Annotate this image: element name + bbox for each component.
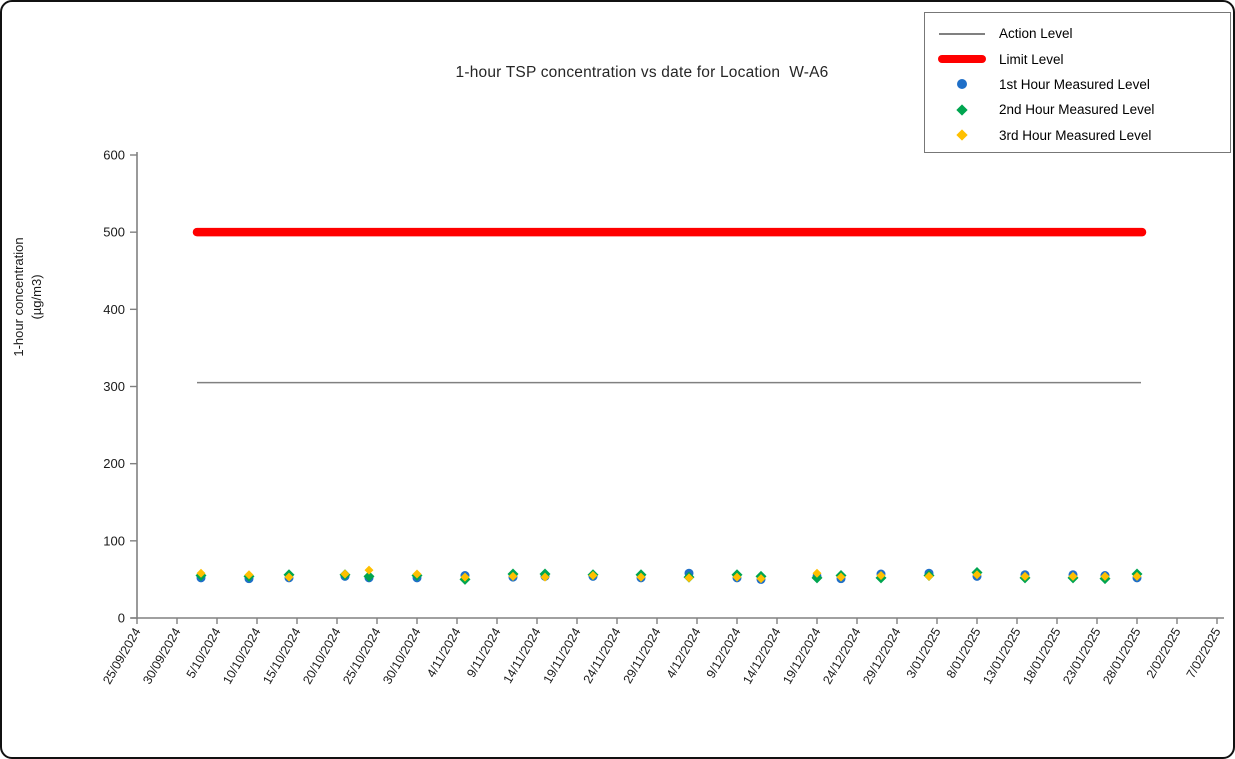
x-tick-label: 3/01/2025 (904, 625, 944, 680)
x-tick-label: 14/11/2024 (501, 625, 544, 685)
legend-label: 2nd Hour Measured Level (999, 102, 1154, 117)
x-tick-label: 30/10/2024 (380, 625, 423, 686)
x-tick-label: 19/12/2024 (780, 625, 823, 686)
legend-row-1st-hour: 1st Hour Measured Level (925, 72, 1230, 97)
x-tick-label: 30/09/2024 (140, 625, 183, 686)
limit-level-line-icon (938, 55, 986, 63)
x-tick-label: 4/11/2024 (424, 625, 463, 679)
y-tick-label: 100 (103, 533, 125, 548)
third-hour-marker-icon (956, 130, 967, 141)
x-tick-label: 25/10/2024 (340, 625, 383, 686)
y-tick-label: 0 (118, 611, 125, 626)
x-tick-label: 4/12/2024 (664, 625, 704, 680)
x-tick-label: 19/11/2024 (541, 625, 584, 685)
legend-label: Action Level (999, 26, 1073, 41)
legend-label: Limit Level (999, 52, 1064, 67)
action-level-line-icon (939, 33, 985, 35)
second-hour-marker-icon (956, 104, 967, 115)
y-tick-label: 300 (103, 379, 125, 394)
y-tick-label: 600 (103, 148, 125, 163)
x-tick-label: 7/02/2025 (1184, 625, 1224, 680)
legend-row-action-level: Action Level (925, 21, 1230, 46)
x-tick-label: 28/01/2025 (1100, 625, 1143, 686)
x-tick-label: 24/12/2024 (820, 625, 863, 686)
legend-row-2nd-hour: 2nd Hour Measured Level (925, 97, 1230, 122)
legend-row-limit-level: Limit Level (925, 46, 1230, 71)
x-tick-label: 14/12/2024 (740, 625, 783, 686)
x-tick-label: 20/10/2024 (300, 625, 343, 686)
x-tick-label: 9/11/2024 (464, 625, 503, 679)
legend-row-3rd-hour: 3rd Hour Measured Level (925, 123, 1230, 148)
x-tick-label: 13/01/2025 (980, 625, 1023, 686)
x-tick-label: 10/10/2024 (220, 625, 263, 686)
legend-label: 3rd Hour Measured Level (999, 128, 1151, 143)
chart-canvas: 1-hour TSP concentration vs date for Loc… (0, 0, 1235, 759)
y-tick-label: 500 (103, 225, 125, 240)
x-tick-label: 25/09/2024 (100, 625, 143, 686)
x-tick-label: 9/12/2024 (704, 625, 744, 680)
x-tick-label: 15/10/2024 (260, 625, 303, 686)
data-point-hour3 (365, 566, 374, 575)
x-tick-label: 23/01/2025 (1060, 625, 1103, 686)
x-tick-label: 8/01/2025 (944, 625, 984, 680)
x-tick-label: 29/12/2024 (860, 625, 903, 686)
x-tick-label: 29/11/2024 (621, 625, 664, 685)
x-tick-label: 5/10/2024 (184, 625, 224, 680)
first-hour-marker-icon (957, 79, 967, 89)
legend-label: 1st Hour Measured Level (999, 77, 1150, 92)
x-tick-label: 18/01/2025 (1020, 625, 1063, 686)
x-tick-label: 2/02/2025 (1144, 625, 1184, 680)
legend: Action Level Limit Level 1st Hour Measur… (924, 12, 1231, 153)
y-tick-label: 400 (103, 302, 125, 317)
x-tick-label: 24/11/2024 (581, 625, 624, 685)
y-tick-label: 200 (103, 456, 125, 471)
